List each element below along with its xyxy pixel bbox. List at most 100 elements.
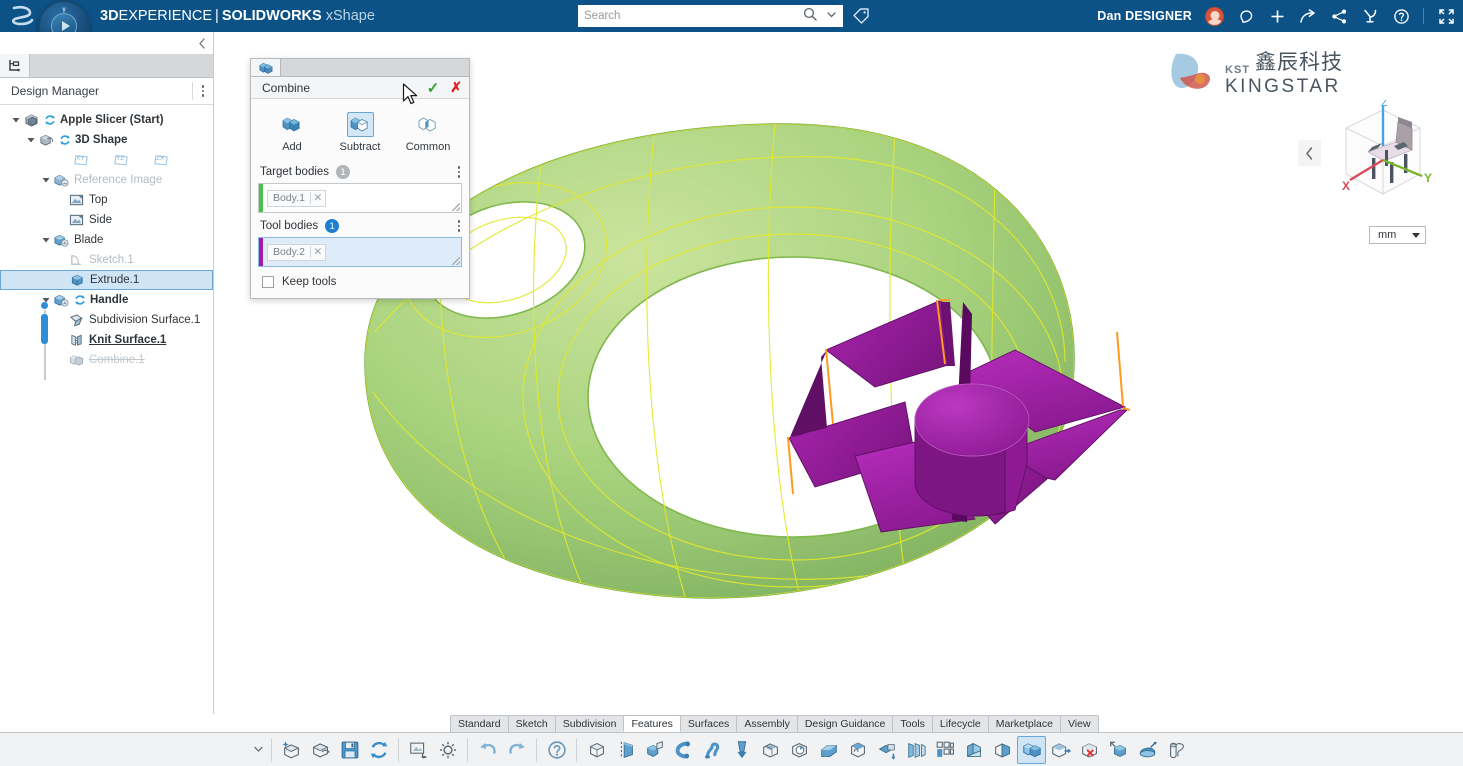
box-primitive-icon[interactable] <box>582 736 611 764</box>
undo-icon[interactable] <box>473 736 502 764</box>
tree-item-blade[interactable]: Blade <box>0 230 213 250</box>
chamfer-icon[interactable] <box>814 736 843 764</box>
combine-icon[interactable] <box>251 59 281 76</box>
tree-item-3d-shape[interactable]: 3D Shape <box>0 130 213 150</box>
tab-subdivision[interactable]: Subdivision <box>555 715 625 732</box>
help-icon[interactable] <box>1392 7 1410 25</box>
expand-arrow-icon[interactable] <box>39 236 52 244</box>
tab-marketplace[interactable]: Marketplace <box>988 715 1061 732</box>
pattern-linear-icon[interactable] <box>901 736 930 764</box>
rib-icon[interactable] <box>959 736 988 764</box>
expand-arrow-icon[interactable] <box>9 116 22 124</box>
plane-yz-icon[interactable]: YZ <box>113 153 131 168</box>
keep-tools-checkbox[interactable] <box>262 276 274 288</box>
search-input[interactable] <box>584 10 803 22</box>
search-bar[interactable] <box>578 5 843 27</box>
collaborate-icon[interactable] <box>1361 7 1379 25</box>
plane-zx-icon[interactable]: ZX <box>153 153 171 168</box>
chevron-down-icon[interactable] <box>826 7 837 25</box>
target-bodies-kebab-menu-icon[interactable] <box>458 166 461 178</box>
tab-surfaces[interactable]: Surfaces <box>680 715 737 732</box>
view-orientation-cube[interactable]: Z X Y <box>1328 100 1438 210</box>
redo-icon[interactable] <box>502 736 531 764</box>
unit-selector[interactable]: mm <box>1369 226 1426 244</box>
tree-item-handle[interactable]: Handle <box>0 290 213 310</box>
open-part-icon[interactable] <box>306 736 335 764</box>
expand-arrow-icon[interactable] <box>39 176 52 184</box>
resize-handle[interactable] <box>452 257 460 265</box>
tree-item-combine-1[interactable]: Combine.1 <box>0 350 213 370</box>
new-part-icon[interactable] <box>277 736 306 764</box>
tree-structure-icon[interactable] <box>0 54 30 77</box>
bottom-tabs[interactable]: StandardSketchSubdivisionFeaturesSurface… <box>450 714 1098 732</box>
target-bodies-field[interactable]: Body.1 ✕ <box>258 183 462 213</box>
draft-icon[interactable] <box>727 736 756 764</box>
close-icon[interactable]: ✕ <box>310 246 325 258</box>
rollback-bar-handle[interactable] <box>41 314 48 344</box>
tree-item-sketch-1[interactable]: Sketch.1 <box>0 250 213 270</box>
thicken-icon[interactable] <box>872 736 901 764</box>
dome-icon[interactable] <box>1133 736 1162 764</box>
mirror-icon[interactable] <box>640 736 669 764</box>
fullscreen-icon[interactable] <box>1437 7 1455 25</box>
help-icon[interactable] <box>542 736 571 764</box>
close-icon[interactable]: ✕ <box>310 192 325 204</box>
tab-view[interactable]: View <box>1060 715 1099 732</box>
search-icon[interactable] <box>803 7 817 26</box>
tab-design-guidance[interactable]: Design Guidance <box>797 715 894 732</box>
tree-item-apple-slicer-start[interactable]: Apple Slicer (Start) <box>0 110 213 130</box>
tree-item-subdivision-surface-1[interactable]: Subdivision Surface.1 <box>0 310 213 330</box>
avatar[interactable] <box>1205 7 1224 26</box>
tab-features[interactable]: Features <box>623 715 680 732</box>
reload-icon[interactable] <box>364 736 393 764</box>
combine-dialog[interactable]: Combine ✓ ✗ Add <box>250 58 470 299</box>
revolve-icon[interactable] <box>669 736 698 764</box>
tree-item-top[interactable]: Top <box>0 190 213 210</box>
tool-bodies-field[interactable]: Body.2 ✕ <box>258 237 462 267</box>
tab-sketch[interactable]: Sketch <box>508 715 556 732</box>
tool-bodies-kebab-menu-icon[interactable] <box>458 220 461 232</box>
tool-body-chip[interactable]: Body.2 ✕ <box>267 244 326 261</box>
panel-kebab-menu-icon[interactable] <box>192 82 205 100</box>
tree-item-reference-image[interactable]: Reference Image <box>0 170 213 190</box>
bookmark-icon[interactable] <box>1237 7 1255 25</box>
combine-mode-subtract[interactable]: Subtract <box>329 108 391 155</box>
bottom-toolbar[interactable] <box>0 732 1463 766</box>
sweep-icon[interactable] <box>698 736 727 764</box>
check-icon[interactable]: ✓ <box>427 79 440 97</box>
save-icon[interactable] <box>335 736 364 764</box>
panel-collapse-button[interactable] <box>0 32 213 54</box>
tree-item-knit-surface-1[interactable]: Knit Surface.1 <box>0 330 213 350</box>
add-icon[interactable] <box>1268 7 1286 25</box>
combine-mode-common[interactable]: Common <box>397 108 459 155</box>
viewport-collapse-button[interactable] <box>1298 140 1321 166</box>
tab-assembly[interactable]: Assembly <box>736 715 798 732</box>
tab-standard[interactable]: Standard <box>450 715 509 732</box>
plane-xy-icon[interactable]: XY <box>73 153 91 168</box>
tree-item-extrude-1[interactable]: Extrude.1 <box>0 270 213 290</box>
target-body-chip[interactable]: Body.1 ✕ <box>267 190 326 207</box>
scale-body-icon[interactable] <box>1104 736 1133 764</box>
wrap-icon[interactable] <box>1162 736 1191 764</box>
combine-icon[interactable] <box>1017 736 1046 764</box>
feature-tree[interactable]: Apple Slicer (Start)3D Shape XY YZ ZX Refere… <box>0 105 213 714</box>
share-arrow-icon[interactable] <box>1299 7 1317 25</box>
tab-lifecycle[interactable]: Lifecycle <box>932 715 989 732</box>
tree-item-side[interactable]: Side <box>0 210 213 230</box>
tab-tools[interactable]: Tools <box>892 715 933 732</box>
move-body-icon[interactable] <box>1046 736 1075 764</box>
import-export-icon[interactable] <box>404 736 433 764</box>
expand-arrow-icon[interactable] <box>24 136 37 144</box>
resize-handle[interactable] <box>452 203 460 211</box>
combine-mode-add[interactable]: Add <box>261 108 323 155</box>
settings-gear-icon[interactable] <box>433 736 462 764</box>
user-name-label[interactable]: Dan DESIGNER <box>1097 9 1192 23</box>
delete-body-icon[interactable] <box>1075 736 1104 764</box>
close-icon[interactable]: ✗ <box>450 79 462 96</box>
hole-icon[interactable] <box>785 736 814 764</box>
pattern-grid-icon[interactable] <box>930 736 959 764</box>
tag-icon[interactable] <box>852 6 871 30</box>
fillet-icon[interactable] <box>843 736 872 764</box>
shell-icon[interactable] <box>756 736 785 764</box>
extrude-boss-icon[interactable] <box>611 736 640 764</box>
